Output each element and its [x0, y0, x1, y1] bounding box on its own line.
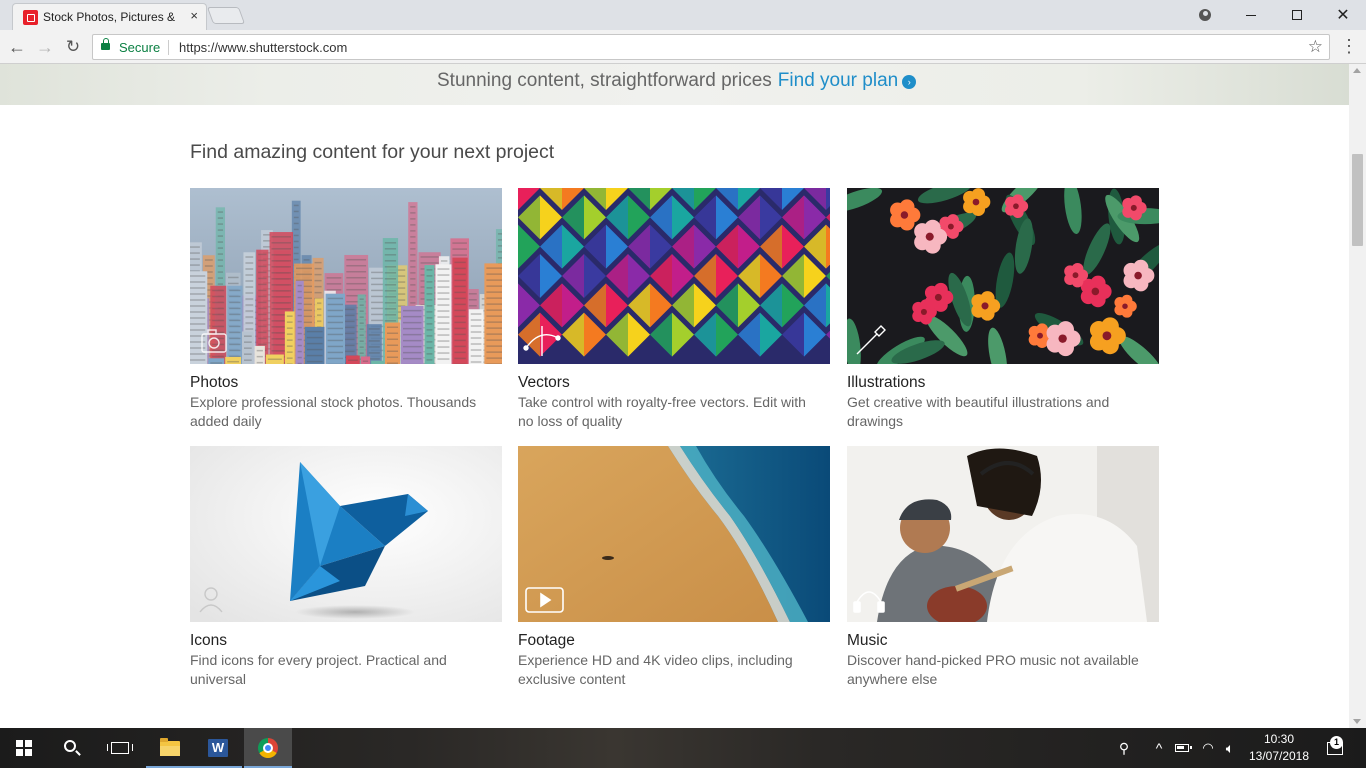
word-button[interactable]: W — [194, 728, 242, 768]
content-card-footage[interactable]: Footage Experience HD and 4K video clips… — [518, 446, 830, 688]
pricing-banner: Stunning content, straightforward prices… — [0, 64, 1349, 105]
show-hidden-icons-button[interactable]: ^ — [1150, 728, 1168, 768]
notification-count: 1 — [1330, 736, 1343, 749]
minimize-button[interactable] — [1228, 0, 1274, 30]
task-view-button[interactable] — [96, 728, 144, 768]
bookmark-star-icon[interactable]: ☆ — [1308, 37, 1323, 57]
card-image-photos[interactable] — [190, 188, 502, 364]
lock-icon — [101, 38, 110, 50]
card-description: Discover hand-picked PRO music not avail… — [847, 652, 1139, 687]
close-window-button[interactable]: ✕ — [1320, 0, 1366, 30]
forward-button[interactable]: → — [34, 36, 56, 58]
arrow-right-icon: → — [36, 36, 54, 57]
content-card-music[interactable]: Music Discover hand-picked PRO music not… — [847, 446, 1159, 688]
pricing-banner-text: Stunning content, straightforward prices — [437, 70, 772, 91]
chrome-button[interactable] — [244, 728, 292, 768]
card-description: Find icons for every project. Practical … — [190, 652, 447, 687]
page-scrollbar[interactable] — [1349, 64, 1366, 728]
reload-icon: ↻ — [65, 37, 81, 56]
page-viewport: Stunning content, straightforward prices… — [0, 64, 1349, 728]
content-card-vectors[interactable]: Vectors Take control with royalty-free v… — [518, 188, 830, 430]
scrollbar-thumb[interactable] — [1352, 154, 1363, 246]
card-image-music[interactable] — [847, 446, 1159, 622]
beach-aerial-image — [518, 446, 830, 622]
find-your-plan-link[interactable]: Find your plan — [778, 70, 898, 91]
card-title[interactable]: Photos — [190, 374, 238, 392]
card-title[interactable]: Vectors — [518, 374, 570, 392]
browser-titlebar: Stock Photos, Pictures & Royalty-Free Im… — [0, 0, 1366, 30]
word-icon: W — [208, 739, 228, 757]
search-button[interactable] — [48, 728, 96, 768]
clock-date: 13/07/2018 — [1248, 749, 1310, 763]
file-explorer-button[interactable] — [146, 728, 194, 768]
address-bar[interactable]: Secure https://www.shutterstock.com ☆ — [92, 34, 1330, 60]
tab-title: Stock Photos, Pictures & Royalty-Free Im… — [43, 10, 178, 24]
geometric-pattern-image — [518, 188, 830, 364]
network-button[interactable]: ◠ — [1197, 728, 1219, 768]
shutterstock-favicon — [23, 10, 38, 25]
card-description: Get creative with beautiful illustration… — [847, 394, 1110, 429]
task-view-icon — [107, 742, 133, 754]
windows-taskbar: W ⚲ ^ ◠ 🔈︎ 10:30 13/07/2018 1 — [0, 728, 1366, 768]
origami-bird-image — [190, 446, 502, 622]
back-button[interactable]: ← — [6, 36, 28, 58]
scroll-up-icon[interactable] — [1353, 68, 1361, 73]
card-title[interactable]: Footage — [518, 632, 575, 650]
url-text: https://www.shutterstock.com — [179, 40, 348, 55]
card-image-footage[interactable] — [518, 446, 830, 622]
browser-tab[interactable]: Stock Photos, Pictures & Royalty-Free Im… — [12, 3, 207, 30]
start-button[interactable] — [0, 728, 48, 768]
card-description: Experience HD and 4K video clips, includ… — [518, 652, 793, 687]
battery-button[interactable] — [1172, 728, 1192, 768]
battery-icon — [1175, 744, 1192, 752]
content-card-illustrations[interactable]: Illustrations Get creative with beautifu… — [847, 188, 1159, 430]
card-title[interactable]: Music — [847, 632, 887, 650]
tropical-flowers-image — [847, 188, 1159, 364]
musicians-photo-image — [847, 446, 1159, 622]
content-card-photos[interactable]: Photos Explore professional stock photos… — [190, 188, 502, 430]
omnibox-divider — [168, 40, 169, 55]
volume-button[interactable]: 🔈︎ — [1220, 728, 1240, 768]
chevron-up-icon: ^ — [1155, 740, 1163, 756]
system-clock[interactable]: 10:30 13/07/2018 — [1244, 731, 1314, 765]
tab-close-icon[interactable]: × — [190, 8, 198, 23]
chevron-right-circle-icon[interactable]: › — [902, 75, 917, 89]
search-icon — [64, 740, 76, 752]
browser-toolbar: ← → ↻ Secure https://www.shutterstock.co… — [0, 30, 1366, 64]
new-tab-button[interactable] — [206, 7, 246, 24]
section-heading: Find amazing content for your next proje… — [190, 141, 555, 163]
card-title[interactable]: Icons — [190, 632, 227, 650]
clock-time: 10:30 — [1263, 732, 1295, 746]
windows-logo-icon — [16, 740, 32, 756]
profile-icon — [1199, 9, 1211, 21]
secure-label: Secure — [119, 40, 161, 55]
arrow-left-icon: ← — [8, 36, 26, 57]
card-image-icons[interactable] — [190, 446, 502, 622]
reload-button[interactable]: ↻ — [62, 36, 84, 58]
folder-icon — [160, 737, 180, 756]
maximize-button[interactable] — [1274, 0, 1320, 30]
scroll-down-icon[interactable] — [1353, 719, 1361, 724]
wifi-icon: ◠ — [1202, 740, 1214, 755]
content-card-icons[interactable]: Icons Find icons for every project. Prac… — [190, 446, 502, 688]
people-button[interactable]: ⚲ — [1112, 728, 1136, 768]
restore-icon — [1292, 10, 1302, 20]
card-description: Take control with royalty-free vectors. … — [518, 394, 806, 429]
card-description: Explore professional stock photos. Thous… — [190, 394, 477, 429]
card-image-vectors[interactable] — [518, 188, 830, 364]
card-image-illustrations[interactable] — [847, 188, 1159, 364]
volume-icon: 🔈︎ — [1225, 739, 1235, 756]
browser-menu-icon[interactable]: ⋮ — [1340, 37, 1358, 55]
close-icon: ✕ — [1336, 7, 1350, 24]
chrome-icon — [258, 738, 278, 758]
card-title[interactable]: Illustrations — [847, 374, 925, 392]
minimize-icon — [1246, 14, 1256, 16]
action-center-button[interactable]: 1 — [1320, 728, 1350, 768]
city-skyline-image — [190, 188, 502, 364]
profile-button[interactable] — [1182, 0, 1228, 30]
people-icon: ⚲ — [1118, 739, 1130, 756]
